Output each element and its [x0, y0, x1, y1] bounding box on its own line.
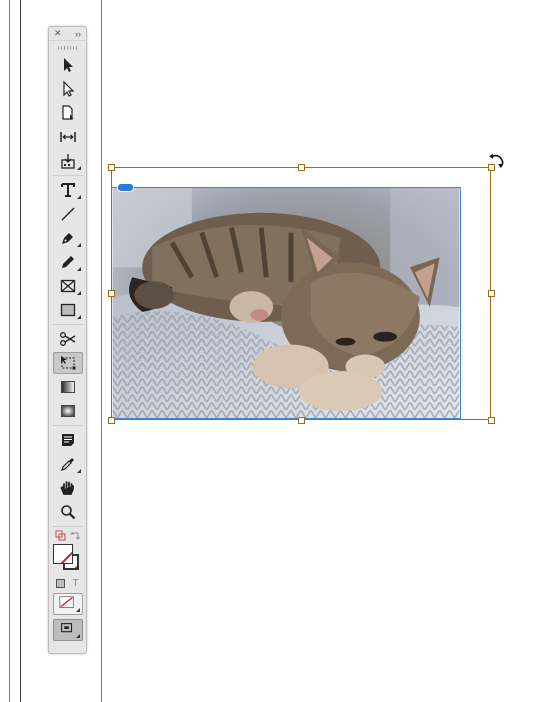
flyout-indicator	[76, 315, 81, 319]
swap-arrow-icon[interactable]	[69, 530, 81, 542]
flyout-indicator	[75, 608, 80, 612]
flyout-indicator	[76, 267, 81, 271]
line-icon	[61, 207, 74, 221]
flyout-indicator	[76, 195, 81, 199]
arrow-icon	[63, 58, 73, 72]
gradient-feather-icon	[60, 405, 75, 417]
free-transform-icon	[60, 356, 75, 370]
note-tool[interactable]	[53, 429, 83, 451]
page-icon	[61, 105, 74, 120]
page-guide-bleed	[20, 0, 21, 702]
collector-icon	[60, 154, 75, 169]
zoom-icon	[60, 505, 75, 520]
type-icon	[60, 183, 75, 197]
fill-stroke-swatches	[52, 544, 83, 574]
tool-separator	[52, 526, 83, 527]
note-icon	[61, 434, 74, 446]
frame-handle-bottom-left[interactable]	[108, 417, 115, 424]
tool-separator	[52, 175, 83, 176]
flyout-indicator	[76, 243, 81, 247]
panel-grip[interactable]	[57, 46, 78, 50]
screen-mode-button[interactable]	[52, 619, 83, 641]
tools-panel: ✕ ›› T	[48, 26, 87, 654]
rectangle-icon	[60, 303, 75, 317]
eyedropper-icon	[60, 458, 74, 471]
link-icon[interactable]	[117, 183, 134, 192]
scissors-tool[interactable]	[53, 328, 83, 350]
hollow-arrow-icon	[62, 80, 74, 97]
gap-tool[interactable]	[53, 126, 83, 148]
frame-handle-bottom-center[interactable]	[298, 417, 305, 424]
fill-swatch[interactable]	[52, 544, 73, 564]
page-guide-margin	[101, 0, 102, 702]
apply-none-button[interactable]	[52, 593, 83, 615]
frame-x-icon	[60, 279, 75, 293]
pen-icon	[61, 233, 73, 244]
tool-separator	[52, 324, 83, 325]
page-tool[interactable]	[53, 102, 83, 124]
panel-header: ✕ ››	[49, 27, 86, 41]
flyout-indicator	[76, 166, 81, 170]
rectangle-tool[interactable]	[53, 299, 83, 321]
swap-default-row	[55, 530, 81, 542]
formatting-row: T	[53, 577, 83, 589]
gradient-icon	[60, 381, 75, 393]
close-icon[interactable]: ✕	[54, 28, 62, 39]
type-tool[interactable]	[53, 179, 83, 201]
frame-handle-middle-left[interactable]	[108, 290, 115, 297]
page-guide-left	[9, 0, 10, 702]
double-chevron-icon[interactable]: ››	[75, 29, 81, 39]
formatting-text-icon[interactable]: T	[73, 578, 79, 589]
hand-tool[interactable]	[53, 477, 83, 499]
flyout-indicator	[76, 291, 81, 295]
frame-handle-bottom-right[interactable]	[488, 417, 495, 424]
gradient-swatch-tool[interactable]	[53, 376, 83, 398]
scissors-icon	[59, 332, 75, 346]
gap-icon	[59, 132, 76, 142]
eyedropper-tool[interactable]	[53, 453, 83, 475]
rectangle-frame-tool[interactable]	[53, 275, 83, 297]
rotate-icon	[489, 154, 504, 168]
frame-handle-top-center[interactable]	[298, 164, 305, 171]
none-slash	[54, 545, 72, 563]
tool-separator	[52, 425, 83, 426]
formatting-container-icon[interactable]	[56, 578, 66, 588]
zoom-tool[interactable]	[53, 501, 83, 523]
flyout-indicator	[75, 634, 80, 638]
frame-handle-top-left[interactable]	[108, 164, 115, 171]
hand-icon	[59, 481, 74, 495]
pencil-tool[interactable]	[53, 251, 83, 273]
free-transform-tool[interactable]	[52, 352, 83, 374]
line-tool[interactable]	[53, 203, 83, 225]
gradient-feather-tool[interactable]	[53, 400, 83, 422]
direct-selection-tool[interactable]	[53, 78, 83, 100]
selection-tool[interactable]	[53, 54, 83, 76]
pencil-icon	[61, 256, 74, 268]
pen-tool[interactable]	[53, 227, 83, 249]
flyout-indicator	[76, 469, 81, 473]
default-fill-stroke-icon[interactable]	[55, 530, 67, 542]
image-frame-selection[interactable]	[111, 167, 491, 420]
frame-handle-middle-right[interactable]	[488, 290, 495, 297]
content-collector-tool[interactable]	[53, 150, 83, 172]
